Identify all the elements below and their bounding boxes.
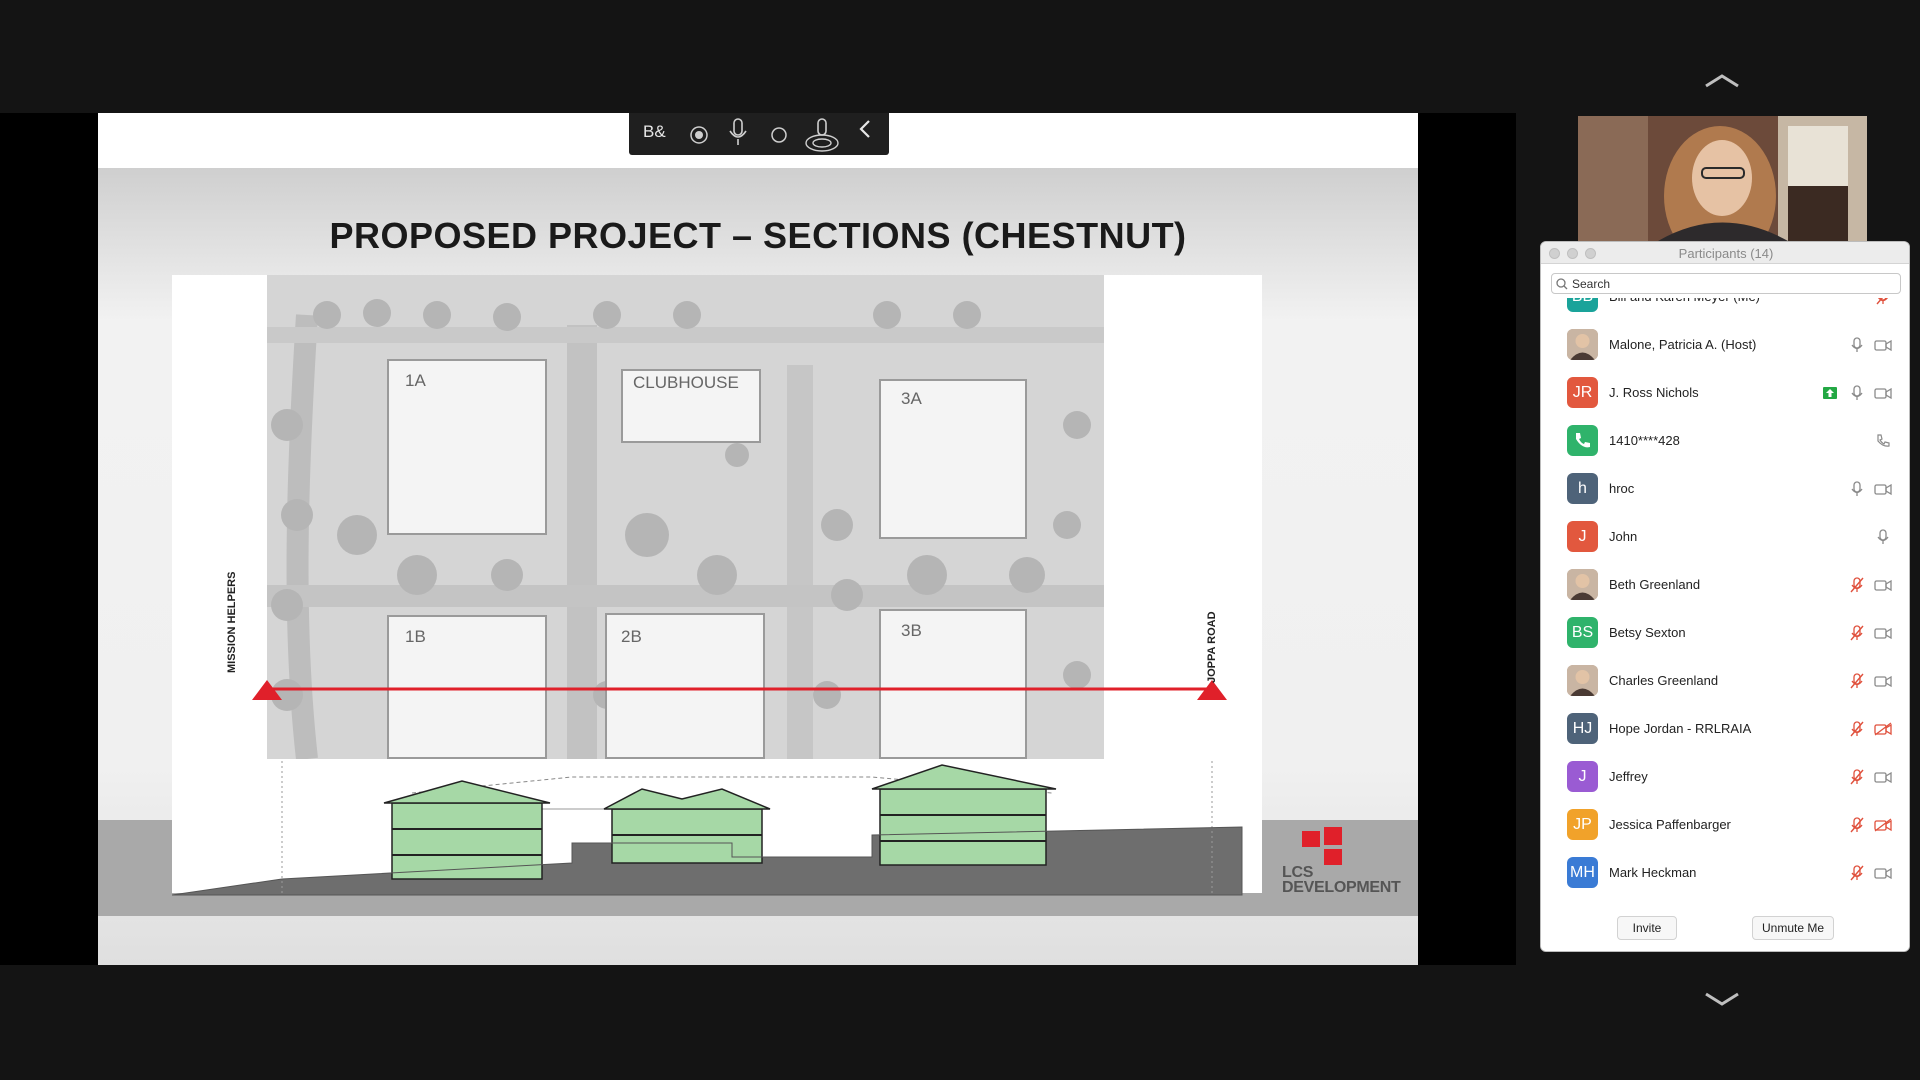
- speaker-video-frame: [1578, 116, 1867, 241]
- screen-share-icon: [1823, 387, 1837, 399]
- participant-list: BB Bill and Karen Meyer (Me) Malone, Patri…: [1541, 298, 1909, 898]
- participant-name: Charles Greenland: [1609, 673, 1719, 688]
- road-label-mission-helpers: MISSION HELPERS: [226, 571, 238, 673]
- road-label-joppa-road: JOPPA ROAD: [1206, 611, 1218, 683]
- mic-icon[interactable]: [1850, 337, 1864, 353]
- collapse-chevron-icon[interactable]: [855, 117, 875, 143]
- participant-row[interactable]: MH Mark Heckman: [1541, 849, 1909, 897]
- video-icon[interactable]: [1874, 386, 1892, 400]
- participant-initials-avatar: HJ: [1567, 713, 1598, 744]
- mic-icon[interactable]: [1850, 481, 1864, 497]
- mic-muted-icon[interactable]: [1850, 865, 1864, 881]
- participant-row[interactable]: HJ Hope Jordan - RRLRAIA: [1541, 705, 1909, 753]
- video-off-icon[interactable]: [1874, 722, 1892, 736]
- participant-name: John: [1609, 529, 1638, 544]
- mic-muted-icon[interactable]: [1850, 673, 1864, 689]
- participant-name: J. Ross Nichols: [1609, 385, 1699, 400]
- record-dot-icon[interactable]: [689, 125, 709, 145]
- participant-initials-avatar: h: [1567, 473, 1598, 504]
- participant-name: Jessica Paffenbarger: [1609, 817, 1731, 832]
- participant-row[interactable]: h hroc: [1541, 465, 1909, 513]
- search-icon: [1556, 278, 1568, 290]
- participant-initials-avatar: BS: [1567, 617, 1598, 648]
- participant-name: Betsy Sexton: [1609, 625, 1686, 640]
- participant-search-box[interactable]: [1551, 273, 1901, 294]
- participant-initials-avatar: MH: [1567, 857, 1598, 888]
- mic-muted-icon[interactable]: [1850, 625, 1864, 641]
- phone-avatar-icon: [1567, 425, 1598, 456]
- circle-icon[interactable]: [769, 125, 789, 145]
- participant-name: Beth Greenland: [1609, 577, 1701, 592]
- participant-name: hroc: [1609, 481, 1635, 496]
- participant-initials-avatar: JR: [1567, 377, 1598, 408]
- mic-icon[interactable]: [1876, 529, 1890, 545]
- participant-row[interactable]: J Jeffrey: [1541, 753, 1909, 801]
- participant-initials-avatar: J: [1567, 761, 1598, 792]
- lcs-development-logo: LCS DEVELOPMENT: [1282, 827, 1401, 905]
- speaker-video-tile[interactable]: [1578, 116, 1867, 241]
- section-elevation-drawing: [172, 761, 1243, 896]
- participant-name: 1410****428: [1609, 433, 1680, 448]
- video-icon[interactable]: [1874, 770, 1892, 784]
- participant-row[interactable]: Beth Greenland: [1541, 561, 1909, 609]
- participants-panel-footer: Invite Unmute Me: [1541, 902, 1909, 951]
- video-icon[interactable]: [1874, 674, 1892, 688]
- participant-name: Bill and Karen Meyer (Me): [1609, 298, 1760, 304]
- participant-row[interactable]: JP Jessica Paffenbarger: [1541, 801, 1909, 849]
- participant-row[interactable]: BS Betsy Sexton: [1541, 609, 1909, 657]
- participant-name: Mark Heckman: [1609, 865, 1697, 880]
- participants-panel: Participants (14) BB Bill and Karen Meyer…: [1540, 241, 1910, 952]
- share-annotation-toolbar: B&: [629, 113, 889, 155]
- mic-muted-icon[interactable]: [1850, 577, 1864, 593]
- participant-initials-avatar: BB: [1567, 298, 1598, 312]
- slide-title: PROPOSED PROJECT – SECTIONS (CHESTNUT): [329, 215, 1187, 256]
- participant-name: Hope Jordan - RRLRAIA: [1609, 721, 1752, 736]
- participant-initials-avatar: J: [1567, 521, 1598, 552]
- video-icon[interactable]: [1874, 866, 1892, 880]
- svg-text:B&: B&: [643, 122, 666, 141]
- invite-button[interactable]: Invite: [1617, 916, 1677, 940]
- participant-row[interactable]: Charles Greenland: [1541, 657, 1909, 705]
- video-icon[interactable]: [1874, 626, 1892, 640]
- participant-initials-avatar: JP: [1567, 809, 1598, 840]
- mic-muted-icon[interactable]: [1850, 817, 1864, 833]
- shared-slide: PROPOSED PROJECT – SECTIONS (CHESTNUT) 1…: [98, 113, 1418, 965]
- scroll-down-chevron-icon[interactable]: [1700, 988, 1744, 1012]
- scroll-up-chevron-icon[interactable]: [1700, 68, 1744, 92]
- participant-search-input[interactable]: [1572, 275, 1892, 292]
- participant-row[interactable]: BB Bill and Karen Meyer (Me): [1541, 298, 1909, 321]
- mic-muted-icon[interactable]: [1876, 298, 1890, 305]
- video-off-icon[interactable]: [1874, 818, 1892, 832]
- participant-photo-avatar: [1567, 569, 1598, 600]
- phone-audio-icon: [1877, 434, 1890, 447]
- participant-name: Malone, Patricia A. (Host): [1609, 337, 1757, 352]
- participants-title: Participants (14): [1678, 246, 1774, 261]
- video-icon[interactable]: [1874, 482, 1892, 496]
- participant-row[interactable]: 1410****428: [1541, 417, 1909, 465]
- video-icon[interactable]: [1874, 338, 1892, 352]
- mic-muted-icon[interactable]: [1850, 721, 1864, 737]
- participant-name: Jeffrey: [1609, 769, 1648, 784]
- participant-photo-avatar: [1567, 665, 1598, 696]
- logo-text-development: DEVELOPMENT: [1282, 879, 1401, 896]
- participant-row[interactable]: JR J. Ross Nichols: [1541, 369, 1909, 417]
- participants-panel-header: Participants (14): [1541, 242, 1909, 264]
- lcs-logo-mark: [1302, 827, 1342, 865]
- logo-text-lcs: LCS: [1282, 864, 1314, 881]
- podcast-icon[interactable]: [803, 117, 841, 153]
- mic-muted-icon[interactable]: [1850, 769, 1864, 785]
- unmute-me-button[interactable]: Unmute Me: [1752, 916, 1834, 940]
- annotate-icon[interactable]: B&: [643, 117, 667, 147]
- participant-row[interactable]: Malone, Patricia A. (Host): [1541, 321, 1909, 369]
- mic-icon[interactable]: [725, 117, 751, 151]
- video-icon[interactable]: [1874, 578, 1892, 592]
- mic-icon[interactable]: [1850, 385, 1864, 401]
- participant-photo-avatar: [1567, 329, 1598, 360]
- site-plan-figure: 1A CLUBHOUSE 3A 1B 2B 3B MISSION HELPERS: [172, 275, 1262, 896]
- participant-row[interactable]: J John: [1541, 513, 1909, 561]
